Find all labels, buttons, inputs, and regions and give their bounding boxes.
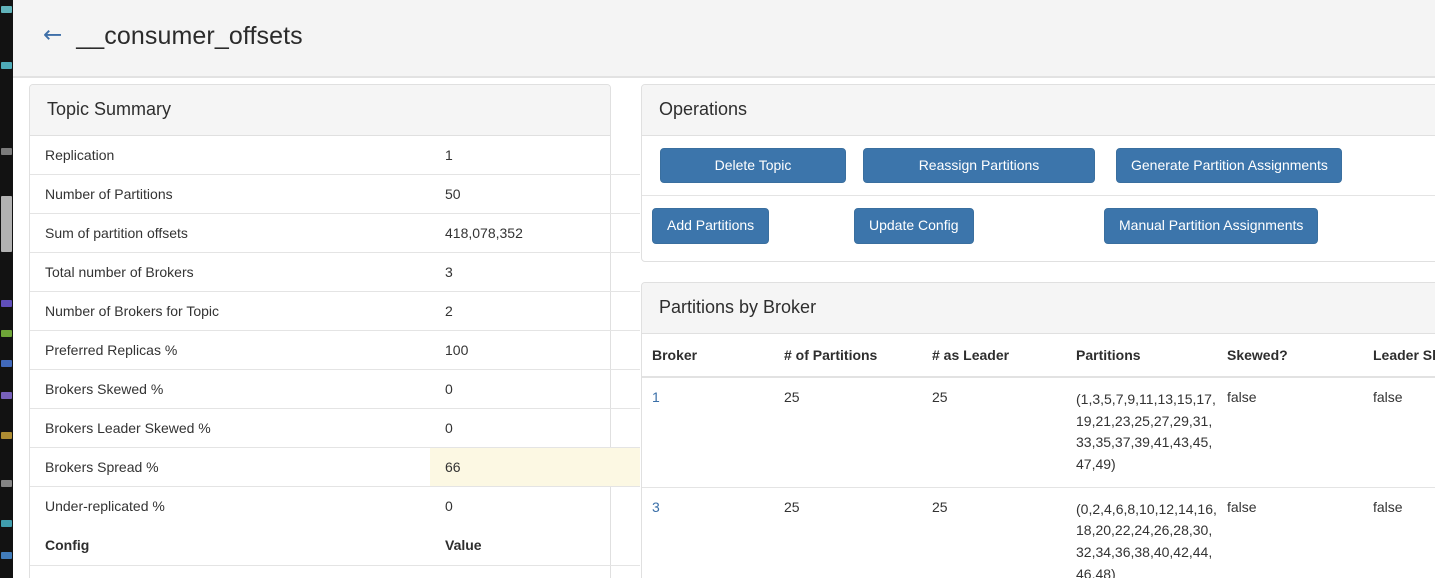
table-row: 3 25 25 (0,2,4,6,8,10,12,14,16,18,20,22,24,…: [642, 486, 1435, 578]
summary-key: Number of Brokers for Topic: [30, 291, 430, 331]
summary-key: Number of Partitions: [30, 174, 430, 214]
summary-key: Brokers Leader Skewed %: [30, 408, 430, 448]
broker-link[interactable]: 1: [652, 389, 660, 405]
app-page: ← __consumer_offsets Topic Summary Repli…: [13, 0, 1435, 578]
manual-partition-assignments-button[interactable]: Manual Partition Assignments: [1104, 208, 1319, 244]
num-partitions-cell: 25: [774, 486, 922, 578]
summary-key: Brokers Spread %: [30, 447, 430, 487]
partitions-by-broker-title: Partitions by Broker: [642, 283, 1435, 334]
table-row: Sum of partition offsets 418,078,352: [30, 213, 640, 253]
broker-cell: 1: [642, 377, 774, 487]
op-cell-generate-assignments: Generate Partition Assignments: [1104, 148, 1354, 184]
leader-skewed-cell: false: [1363, 486, 1435, 578]
topic-summary-table: Replication 1 Number of Partitions 50 Sum of…: [30, 136, 640, 578]
num-as-leader-cell: 25: [922, 486, 1066, 578]
table-row: Brokers Leader Skewed % 0: [30, 408, 640, 448]
summary-value: 0: [430, 408, 640, 448]
summary-key: Sum of partition offsets: [30, 213, 430, 253]
page-header-bar: ← __consumer_offsets: [13, 0, 1435, 78]
summary-value: 100: [430, 330, 640, 370]
delete-topic-button[interactable]: Delete Topic: [660, 148, 846, 184]
summary-value: 0: [430, 486, 640, 525]
skewed-cell: false: [1217, 486, 1363, 578]
table-row: Number of Partitions 50: [30, 174, 640, 214]
table-row: Number of Brokers for Topic 2: [30, 291, 640, 331]
table-row: Replication 1: [30, 136, 640, 175]
generate-partition-assignments-button[interactable]: Generate Partition Assignments: [1116, 148, 1342, 184]
summary-key: Total number of Brokers: [30, 252, 430, 292]
operations-title: Operations: [642, 85, 1435, 136]
table-row: Under-replicated % 0: [30, 486, 640, 525]
table-row: Brokers Spread % 66: [30, 447, 640, 487]
config-value: 104857600: [430, 565, 640, 578]
table-row: 1 25 25 (1,3,5,7,9,11,13,15,17,19,21,23,25,…: [642, 377, 1435, 487]
summary-key: Under-replicated %: [30, 486, 430, 525]
op-cell-add-partitions: Add Partitions: [652, 208, 854, 244]
column-header: Skewed?: [1217, 334, 1363, 378]
reassign-partitions-button[interactable]: Reassign Partitions: [863, 148, 1095, 184]
op-cell-manual-assignments: Manual Partition Assignments: [1104, 208, 1354, 244]
table-row: Total number of Brokers 3: [30, 252, 640, 292]
browser-edge-sliver: [0, 0, 13, 578]
leader-skewed-cell: false: [1373, 389, 1403, 405]
column-header: Leader Skewed?: [1363, 334, 1435, 378]
value-col-header: Value: [445, 537, 482, 553]
broker-cell: 3: [642, 486, 774, 578]
partitions-by-broker-table: Broker # of Partitions # as Leader Partitio…: [642, 334, 1435, 578]
num-as-leader-cell: 25: [932, 389, 948, 405]
add-partitions-button[interactable]: Add Partitions: [652, 208, 770, 244]
summary-value: 418,078,352: [430, 213, 640, 253]
config-col-header: Config: [45, 537, 90, 553]
column-header: Partitions: [1066, 334, 1217, 378]
update-config-button[interactable]: Update Config: [854, 208, 974, 244]
table-row: Brokers Skewed % 0: [30, 369, 640, 409]
summary-value: 0: [430, 369, 640, 409]
column-header: Broker: [642, 334, 774, 378]
topic-summary-title: Topic Summary: [30, 85, 610, 136]
summary-key: Brokers Skewed %: [30, 369, 430, 409]
operations-panel: Operations Delete Topic Reassign Partiti…: [641, 84, 1435, 262]
column-header: # of Partitions: [774, 334, 922, 378]
partitions-by-broker-panel: Partitions by Broker Broker # of Partitio…: [641, 282, 1435, 578]
operations-button-row-1: Delete Topic Reassign Partitions Generat…: [642, 136, 1435, 195]
num-partitions-cell: 25: [784, 389, 800, 405]
config-row: segment.bytes104857600: [30, 565, 640, 578]
summary-value: 1: [445, 147, 453, 163]
partitions-cell: (1,3,5,7,9,11,13,15,17,19,21,23,25,27,29…: [1076, 391, 1216, 473]
summary-value: 50: [430, 174, 640, 214]
partitions-cell: (0,2,4,6,8,10,12,14,16,18,20,22,24,26,28…: [1066, 486, 1217, 578]
summary-key: Preferred Replicas %: [30, 330, 430, 370]
topic-summary-panel: Topic Summary Replication 1 Number of Part…: [29, 84, 640, 578]
op-cell-delete-topic: Delete Topic: [652, 148, 854, 184]
skewed-cell: false: [1227, 389, 1257, 405]
op-cell-update-config: Update Config: [854, 208, 1104, 244]
summary-key: Replication: [45, 147, 115, 163]
config-name: segment.bytes: [30, 565, 430, 578]
column-header: # as Leader: [922, 334, 1066, 378]
summary-value: 2: [430, 291, 640, 331]
operations-button-row-2: Add Partitions Update Config Manual Part…: [642, 195, 1435, 255]
op-cell-reassign-partitions: Reassign Partitions: [854, 148, 1104, 184]
summary-value: 66: [430, 447, 640, 487]
arrow-left-icon[interactable]: ←: [43, 24, 62, 47]
broker-link[interactable]: 3: [652, 499, 660, 515]
config-header-row: Config Value: [30, 525, 640, 566]
table-row: Preferred Replicas % 100: [30, 330, 640, 370]
summary-value: 3: [430, 252, 640, 292]
table-header-row: Broker # of Partitions # as Leader Partitio…: [642, 334, 1435, 378]
page-title: __consumer_offsets: [76, 22, 303, 50]
